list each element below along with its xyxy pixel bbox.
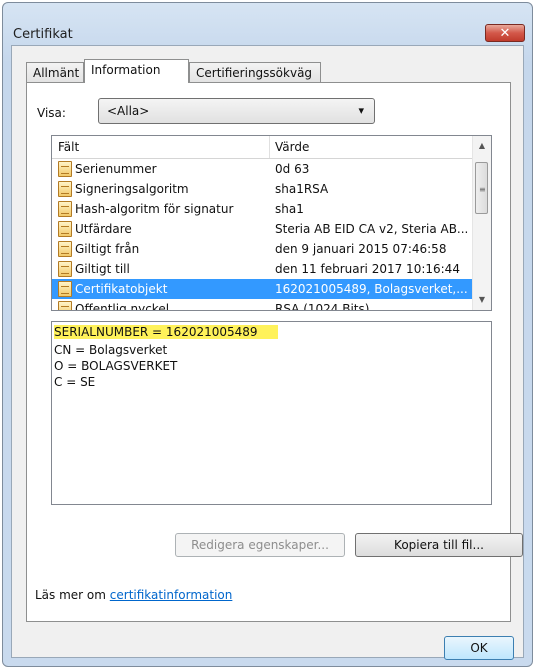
fields-scrollbar[interactable]: ▲ ≡ ▼ <box>472 136 491 310</box>
window-title: Certifikat <box>13 27 73 42</box>
field-value: den 9 januari 2015 07:46:58 <box>275 242 447 256</box>
field-value: sha1 <box>275 202 304 216</box>
column-header-value[interactable]: Värde <box>275 140 309 154</box>
field-name: Giltigt från <box>75 242 140 256</box>
field-name: Signeringsalgoritm <box>75 182 189 196</box>
field-row-serial-number[interactable]: Serienummer 0d 63 <box>52 159 474 179</box>
show-label: Visa: <box>37 106 66 120</box>
information-panel: Visa: <Alla> ▾ Fält Värde Serienummer 0d… <box>26 82 523 622</box>
scroll-up-icon[interactable]: ▲ <box>473 138 491 154</box>
field-detail-textbox[interactable]: SERIALNUMBER = 162021005489 CN = Bolagsv… <box>51 321 492 505</box>
scroll-down-icon[interactable]: ▼ <box>473 292 491 308</box>
certificate-field-icon <box>58 201 72 217</box>
chevron-down-icon: ▾ <box>358 104 364 117</box>
field-name: Offentlig nyckel <box>75 302 170 311</box>
certificate-field-icon <box>58 161 72 177</box>
field-value: 0d 63 <box>275 162 310 176</box>
grip-icon: ≡ <box>479 185 486 194</box>
fields-list[interactable]: Fält Värde Serienummer 0d 63 Signeringsa… <box>51 135 492 311</box>
detail-line-serialnumber: SERIALNUMBER = 162021005489 <box>54 325 278 339</box>
tab-general[interactable]: Allmänt <box>26 62 84 82</box>
field-value: Steria AB EID CA v2, Steria AB... <box>275 222 469 236</box>
edit-properties-button[interactable]: Redigera egenskaper... <box>175 533 345 557</box>
certificate-field-icon <box>58 181 72 197</box>
field-name: Giltigt till <box>75 262 130 276</box>
close-button[interactable]: ✕ <box>485 24 525 42</box>
certificate-field-icon <box>58 281 72 297</box>
field-row-issuer[interactable]: Utfärdare Steria AB EID CA v2, Steria AB… <box>52 219 474 239</box>
field-row-signature-algorithm[interactable]: Signeringsalgoritm sha1RSA <box>52 179 474 199</box>
field-row-valid-from[interactable]: Giltigt från den 9 januari 2015 07:46:58 <box>52 239 474 259</box>
title-bar[interactable]: Certifikat ✕ <box>3 3 532 43</box>
tab-information[interactable]: Information <box>84 59 189 83</box>
show-select[interactable]: <Alla> ▾ <box>98 98 375 124</box>
field-name: Utfärdare <box>75 222 132 236</box>
detail-line-o: O = BOLAGSVERKET <box>54 359 178 373</box>
learn-more-prefix: Läs mer om <box>35 588 110 602</box>
field-value: den 11 februari 2017 10:16:44 <box>275 262 460 276</box>
certificate-field-icon <box>58 241 72 257</box>
column-divider[interactable] <box>269 136 270 158</box>
scrollbar-thumb[interactable]: ≡ <box>475 162 488 214</box>
field-name: Certifikatobjekt <box>75 282 168 296</box>
show-select-value: <Alla> <box>107 104 150 118</box>
field-value: 162021005489, Bolagsverket,... <box>275 282 468 296</box>
close-icon: ✕ <box>499 26 511 41</box>
certificate-information-link[interactable]: certifikatinformation <box>110 588 233 602</box>
column-header-field[interactable]: Fält <box>58 140 79 154</box>
learn-more-text: Läs mer om certifikatinformation <box>35 588 232 602</box>
field-value: RSA (1024 Bits) <box>275 302 370 311</box>
field-name: Serienummer <box>75 162 157 176</box>
field-value: sha1RSA <box>275 182 329 196</box>
certificate-field-icon <box>58 221 72 237</box>
field-row-public-key[interactable]: Offentlig nyckel RSA (1024 Bits) <box>52 299 474 311</box>
tab-certification-path[interactable]: Certifieringssökväg <box>189 62 321 82</box>
field-row-subject[interactable]: Certifikatobjekt 162021005489, Bolagsver… <box>52 279 474 299</box>
detail-line-c: C = SE <box>54 375 96 389</box>
dialog-client-area: Allmänt Information Certifieringssökväg … <box>11 45 524 660</box>
detail-line-cn: CN = Bolagsverket <box>54 343 168 357</box>
field-name: Hash-algoritm för signatur <box>75 202 234 216</box>
field-row-hash-algorithm[interactable]: Hash-algoritm för signatur sha1 <box>52 199 474 219</box>
certificate-dialog: Certifikat ✕ Allmänt Information Certifi… <box>2 2 533 667</box>
fields-header: Fält Värde <box>52 136 474 159</box>
ok-button[interactable]: OK <box>444 636 514 660</box>
field-row-valid-to[interactable]: Giltigt till den 11 februari 2017 10:16:… <box>52 259 474 279</box>
certificate-field-icon <box>58 301 72 310</box>
copy-to-file-button[interactable]: Kopiera till fil... <box>355 533 523 557</box>
certificate-field-icon <box>58 261 72 277</box>
